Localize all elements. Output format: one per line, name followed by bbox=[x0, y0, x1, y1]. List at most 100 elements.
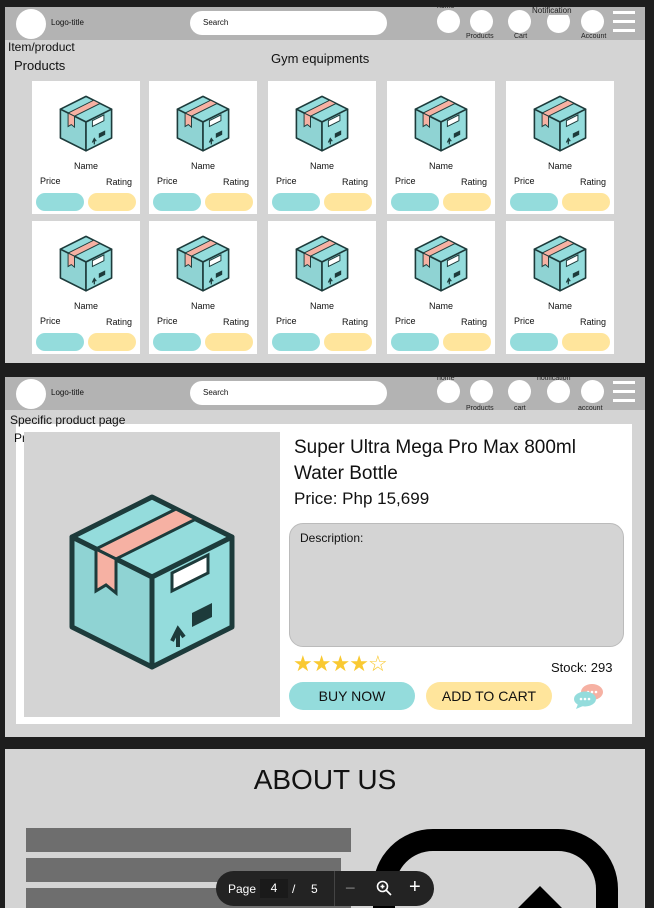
roof-icon bbox=[518, 886, 562, 908]
add-to-cart-button[interactable] bbox=[562, 333, 610, 351]
star-filled-icon[interactable]: ★ bbox=[330, 651, 350, 676]
nav-bar: Logo-title Search home Products cart not… bbox=[5, 377, 645, 412]
box-icon bbox=[414, 95, 468, 152]
menu-icon[interactable] bbox=[613, 11, 635, 33]
product-rating: Rating bbox=[222, 177, 249, 187]
stock-label: Stock: 293 bbox=[551, 660, 613, 675]
product-card[interactable]: Name Price Rating bbox=[268, 81, 376, 214]
product-card[interactable]: Name Price Rating bbox=[32, 221, 140, 354]
add-to-cart-button[interactable] bbox=[324, 333, 372, 351]
star-filled-icon[interactable]: ★ bbox=[349, 651, 369, 676]
nav-account-button[interactable] bbox=[581, 380, 604, 403]
product-card[interactable]: Name Price Rating bbox=[268, 221, 376, 354]
page-separator: / bbox=[292, 882, 296, 896]
product-card[interactable]: Name Price Rating bbox=[506, 221, 614, 354]
description-box: Description: bbox=[289, 523, 624, 647]
add-to-cart-button[interactable] bbox=[88, 333, 136, 351]
product-price: Price bbox=[157, 316, 178, 326]
product-name: Name bbox=[309, 161, 334, 171]
buy-button[interactable] bbox=[391, 333, 439, 351]
about-title: ABOUT US bbox=[253, 764, 397, 795]
add-to-cart-button[interactable] bbox=[205, 193, 253, 211]
buy-button[interactable] bbox=[153, 333, 201, 351]
product-price: Price bbox=[395, 176, 416, 186]
product-card[interactable]: Name Price Rating bbox=[149, 81, 257, 214]
nav-account-button[interactable] bbox=[581, 10, 604, 33]
product-name: Name bbox=[73, 301, 98, 311]
page-label: Item/product bbox=[8, 40, 75, 54]
add-to-cart-button[interactable] bbox=[205, 333, 253, 351]
product-name: Name bbox=[309, 301, 334, 311]
star-filled-icon[interactable]: ★ bbox=[293, 651, 313, 676]
add-to-cart-button[interactable] bbox=[324, 193, 372, 211]
box-icon bbox=[59, 95, 113, 152]
box-icon bbox=[52, 472, 252, 682]
product-card[interactable]: Name Price Rating bbox=[387, 221, 495, 354]
page-number-input[interactable]: 4 bbox=[260, 879, 288, 898]
search-input[interactable]: Search bbox=[190, 11, 387, 35]
nav-home-button[interactable] bbox=[437, 380, 460, 403]
add-to-cart-button[interactable] bbox=[443, 193, 491, 211]
page-label: Page bbox=[228, 882, 257, 896]
buy-button[interactable] bbox=[272, 333, 320, 351]
nav-products-button[interactable] bbox=[470, 10, 493, 33]
nav-bar: Logo-title Search home Products Cart Not… bbox=[5, 7, 645, 40]
logo-title: Logo-title bbox=[51, 18, 84, 27]
add-to-cart-button[interactable] bbox=[88, 193, 136, 211]
product-rating: Rating bbox=[105, 177, 132, 187]
product-image bbox=[24, 432, 280, 717]
product-price: Price bbox=[40, 176, 61, 186]
zoom-in-button[interactable]: + bbox=[409, 876, 421, 899]
product-rating: Rating bbox=[579, 177, 606, 187]
add-to-cart-button[interactable] bbox=[443, 333, 491, 351]
nav-products-label: Products bbox=[466, 405, 494, 412]
category-title: Gym equipments bbox=[271, 51, 370, 66]
product-card[interactable]: Name Price Rating bbox=[387, 81, 495, 214]
product-price: Price bbox=[514, 176, 535, 186]
product-card[interactable]: Name Price Rating bbox=[506, 81, 614, 214]
buy-button[interactable] bbox=[36, 333, 84, 351]
menu-icon[interactable] bbox=[613, 381, 635, 403]
title-line-2: Water Bottle bbox=[294, 463, 398, 484]
buy-button[interactable] bbox=[153, 193, 201, 211]
nav-cart-button[interactable] bbox=[508, 380, 531, 403]
nav-notification-button[interactable] bbox=[547, 380, 570, 403]
zoom-out-button[interactable]: − bbox=[345, 878, 356, 899]
search-input[interactable]: Search bbox=[190, 381, 387, 405]
nav-cart-label: cart bbox=[514, 405, 526, 412]
product-card[interactable]: Name Price Rating bbox=[149, 221, 257, 354]
buy-button[interactable] bbox=[272, 193, 320, 211]
box-icon bbox=[176, 95, 230, 152]
box-icon bbox=[533, 235, 587, 292]
buy-button[interactable] bbox=[510, 333, 558, 351]
chat-icon[interactable] bbox=[573, 681, 605, 711]
product-name: Name bbox=[190, 301, 215, 311]
buy-button[interactable] bbox=[36, 193, 84, 211]
section-title: Products bbox=[14, 58, 66, 73]
product-rating: Rating bbox=[341, 177, 368, 187]
nav-products-button[interactable] bbox=[470, 380, 493, 403]
product-name: Name bbox=[547, 161, 572, 171]
product-rating: Rating bbox=[460, 177, 487, 187]
nav-home-button[interactable] bbox=[437, 10, 460, 33]
buy-now-button[interactable]: BUY NOW bbox=[289, 682, 415, 710]
buy-button[interactable] bbox=[510, 193, 558, 211]
box-icon bbox=[414, 235, 468, 292]
logo-title: Logo-title bbox=[51, 388, 84, 397]
nav-home-label: home bbox=[437, 377, 455, 382]
nav-cart-label: Cart bbox=[514, 33, 528, 40]
star-filled-icon[interactable]: ★ bbox=[312, 651, 332, 676]
product-rating: Rating bbox=[460, 317, 487, 327]
nav-products-label: Products bbox=[466, 33, 494, 40]
logo[interactable] bbox=[16, 379, 46, 409]
star-empty-icon[interactable]: ☆ bbox=[368, 651, 388, 676]
nav-notification-label: Notification bbox=[531, 7, 573, 15]
add-to-cart-button[interactable] bbox=[562, 193, 610, 211]
box-icon bbox=[295, 235, 349, 292]
zoom-icon[interactable] bbox=[376, 880, 392, 896]
nav-cart-button[interactable] bbox=[508, 10, 531, 33]
add-to-cart-button[interactable]: ADD TO CART bbox=[426, 682, 552, 710]
buy-button[interactable] bbox=[391, 193, 439, 211]
logo[interactable] bbox=[16, 9, 46, 39]
product-card[interactable]: Name Price Rating bbox=[32, 81, 140, 214]
